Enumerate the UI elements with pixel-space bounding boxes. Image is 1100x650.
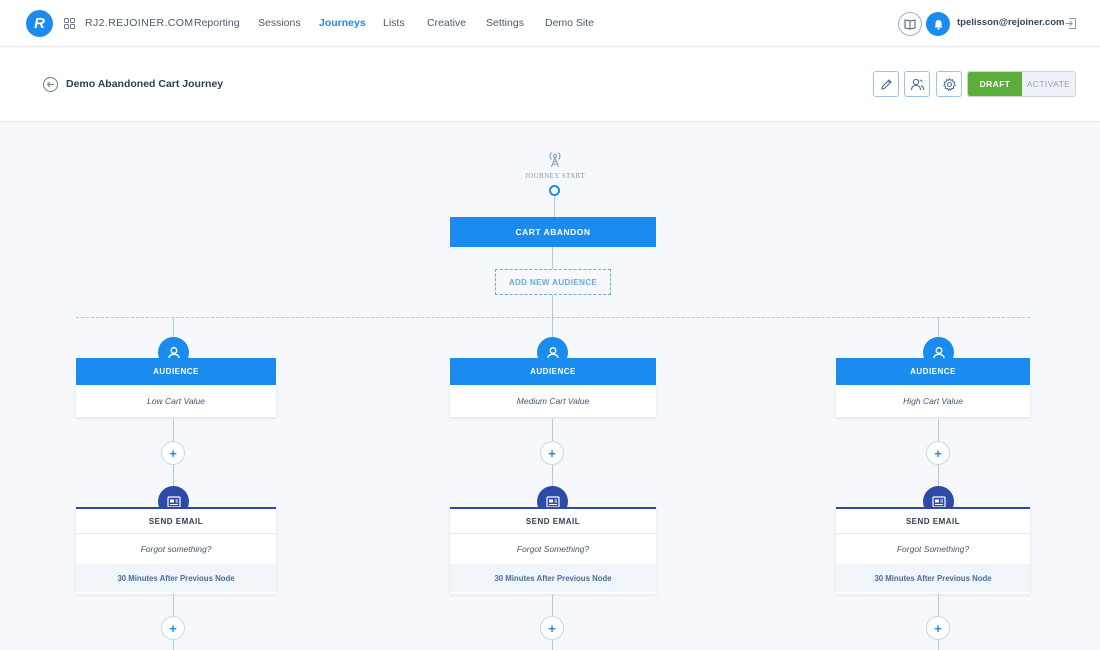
draft-button[interactable]: DRAFT <box>968 72 1022 96</box>
journey-start-node[interactable] <box>549 185 560 196</box>
audience-node-header[interactable]: AUDIENCE <box>450 358 656 385</box>
email-node-title: SEND EMAIL <box>76 509 276 534</box>
email-subject: Forgot something? <box>140 544 212 554</box>
users-icon <box>910 78 924 90</box>
nav-item-reporting[interactable]: Reporting <box>194 17 240 29</box>
arrow-left-icon <box>46 81 54 88</box>
email-icon <box>545 495 560 508</box>
settings-button[interactable] <box>936 71 962 97</box>
email-timing: 30 Minutes After Previous Node <box>450 564 656 592</box>
connector-line <box>938 317 939 339</box>
top-navigation: R RJ2.REJOINER.COM Reporting Sessions Jo… <box>0 0 1100 47</box>
bell-icon <box>934 19 942 30</box>
add-step-button[interactable]: + <box>161 441 185 465</box>
nav-item-lists[interactable]: Lists <box>383 17 405 29</box>
book-icon <box>904 19 916 30</box>
logout-icon[interactable] <box>1064 17 1077 30</box>
gear-icon <box>942 77 956 91</box>
email-node-title: SEND EMAIL <box>450 509 656 534</box>
send-email-node[interactable]: SEND EMAIL Forgot Something? 30 Minutes … <box>836 507 1030 594</box>
audience-node-header[interactable]: AUDIENCE <box>76 358 276 385</box>
add-step-button[interactable]: + <box>540 616 564 640</box>
connector-line <box>552 247 553 269</box>
broadcast-tower-icon <box>549 152 561 168</box>
grid-icon[interactable] <box>64 18 75 29</box>
add-step-button[interactable]: + <box>540 441 564 465</box>
email-icon <box>931 495 946 508</box>
send-email-node[interactable]: SEND EMAIL Forgot Something? 30 Minutes … <box>450 507 656 594</box>
nav-item-settings[interactable]: Settings <box>486 17 524 29</box>
connector-line <box>554 196 555 217</box>
rejoiner-logo[interactable]: R <box>26 10 53 37</box>
audience-name[interactable]: High Cart Value <box>836 385 1030 417</box>
add-new-audience-button[interactable]: ADD NEW AUDIENCE <box>495 269 611 295</box>
back-button[interactable] <box>43 77 58 92</box>
nav-item-journeys[interactable]: Journeys <box>319 17 366 29</box>
nav-item-sessions[interactable]: Sessions <box>258 17 301 29</box>
audience-name[interactable]: Low Cart Value <box>76 385 276 417</box>
email-subject: Forgot Something? <box>896 544 970 554</box>
email-timing: 30 Minutes After Previous Node <box>836 564 1030 592</box>
add-step-button[interactable]: + <box>926 616 950 640</box>
nav-item-creative[interactable]: Creative <box>427 17 466 29</box>
audience-node-header[interactable]: AUDIENCE <box>836 358 1030 385</box>
trigger-node-cart-abandon[interactable]: CART ABANDON <box>450 217 656 247</box>
journey-canvas[interactable]: JOURNEY START CART ABANDON ADD NEW AUDIE… <box>0 123 1100 650</box>
audience-name[interactable]: Medium Cart Value <box>450 385 656 417</box>
connector-line <box>173 317 174 339</box>
email-timing: 30 Minutes After Previous Node <box>76 564 276 592</box>
edit-button[interactable] <box>873 71 899 97</box>
site-name[interactable]: RJ2.REJOINER.COM <box>85 17 194 29</box>
user-email[interactable]: tpelisson@rejoiner.com <box>957 17 1064 28</box>
journey-header: Demo Abandoned Cart Journey DRAFT ACTIVA… <box>0 48 1100 122</box>
email-node-title: SEND EMAIL <box>836 509 1030 534</box>
journey-start-label: JOURNEY START <box>525 172 585 180</box>
add-step-button[interactable]: + <box>161 616 185 640</box>
send-email-node[interactable]: SEND EMAIL Forgot something? 30 Minutes … <box>76 507 276 594</box>
email-icon <box>166 495 181 508</box>
add-step-button[interactable]: + <box>926 441 950 465</box>
activate-button[interactable]: ACTIVATE <box>1022 72 1075 96</box>
status-toggle[interactable]: DRAFT ACTIVATE <box>967 71 1076 97</box>
docs-button[interactable] <box>898 12 922 36</box>
nav-item-demo-site[interactable]: Demo Site <box>545 17 594 29</box>
audience-settings-button[interactable] <box>904 71 930 97</box>
pencil-icon <box>880 78 892 90</box>
page-title: Demo Abandoned Cart Journey <box>66 78 224 90</box>
email-subject: Forgot Something? <box>516 544 590 554</box>
branch-connector <box>76 317 1030 318</box>
notifications-button[interactable] <box>926 12 950 36</box>
